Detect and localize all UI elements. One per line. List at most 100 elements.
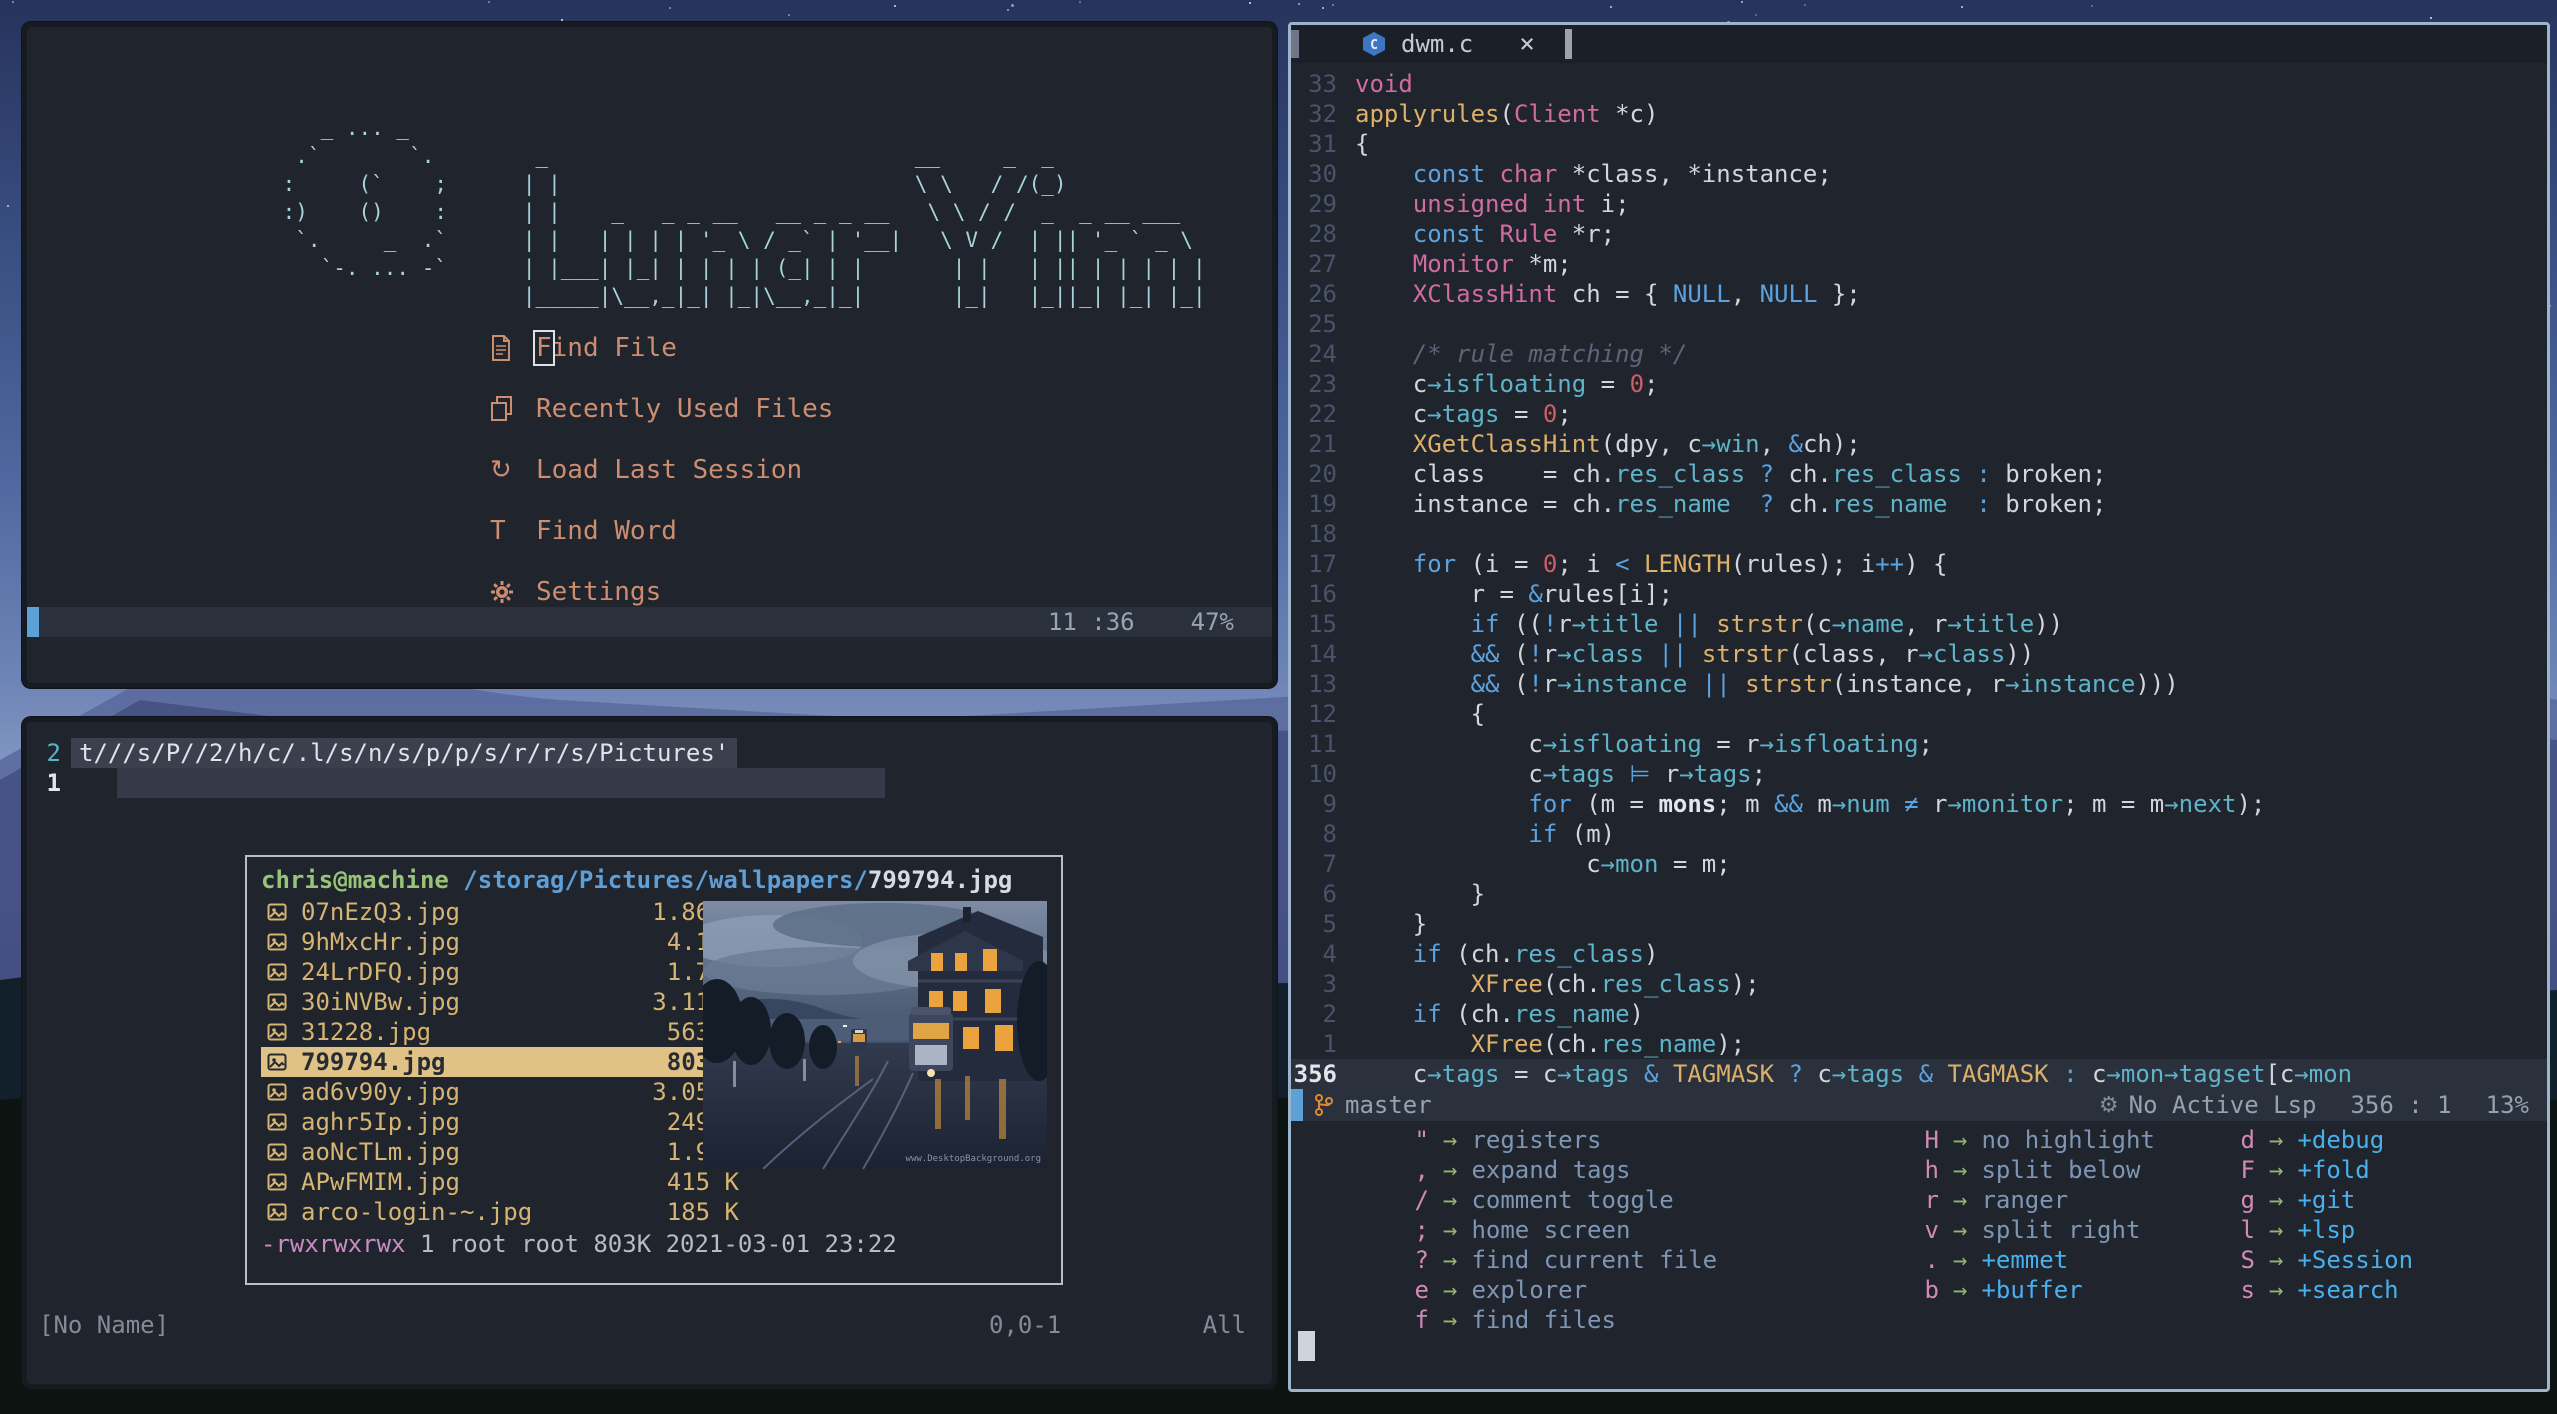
code-line[interactable]: 6 } — [1291, 879, 2547, 909]
dashboard-menu-item-recently-used-files[interactable]: Recently Used Files — [490, 378, 833, 439]
whichkey-binding-no-highlight[interactable]: H → no highlight — [1905, 1125, 2155, 1155]
whichkey-binding--buffer[interactable]: b → +buffer — [1905, 1275, 2155, 1305]
gear-icon — [490, 580, 536, 604]
code-line[interactable]: 3 XFree(ch.res_class); — [1291, 969, 2547, 999]
buffer-line-1[interactable]: 1 — [27, 768, 71, 798]
code-line[interactable]: 31 { — [1291, 129, 2547, 159]
whichkey-column: H → no highlight h → split below r → ranger v → spl… — [1905, 1125, 2155, 1305]
code-line[interactable]: 13 && (!r→instance || strstr(instance, r… — [1291, 669, 2547, 699]
code-line[interactable]: 4 if (ch.res_class) — [1291, 939, 2547, 969]
file-row[interactable]: 31228.jpg 563 K — [261, 1017, 747, 1047]
whichkey-binding-home-screen[interactable]: ; → home screen — [1395, 1215, 1717, 1245]
arrow-icon: → — [1953, 1156, 1968, 1184]
binding-description: explorer — [1471, 1276, 1588, 1304]
code-line[interactable]: 32 applyrules(Client *c) — [1291, 99, 2547, 129]
menu-item-label: Find File — [533, 329, 677, 366]
code-line[interactable]: 15 if ((!r→title || strstr(c→name, r→tit… — [1291, 609, 2547, 639]
image-file-icon — [267, 932, 301, 952]
image-file-icon — [267, 1082, 301, 1102]
binding-description: find files — [1471, 1306, 1616, 1334]
whichkey-binding-explorer[interactable]: e → explorer — [1395, 1275, 1717, 1305]
code-line[interactable]: 29 unsigned int i; — [1291, 189, 2547, 219]
code-line[interactable]: 20 class = ch.res_class ? ch.res_class :… — [1291, 459, 2547, 489]
whichkey-binding--session[interactable]: S → +Session — [2221, 1245, 2414, 1275]
whichkey-binding-find-current-file[interactable]: ? → find current file — [1395, 1245, 1718, 1275]
code-line[interactable]: 33 void — [1291, 69, 2547, 99]
command-text: t///s/P//2/h/c/.l/s/n/s/p/p/s/r/r/s/Pict… — [71, 738, 738, 768]
whichkey-binding-find-files[interactable]: f → find files — [1395, 1305, 1717, 1335]
code-area[interactable]: 33 void 32 applyrules(Client *c) 31{30 const… — [1291, 69, 2547, 1089]
code-line[interactable]: 22 c→tags = 0; — [1291, 399, 2547, 429]
code-line[interactable]: 30 const char *class, *instance; — [1291, 159, 2547, 189]
scroll-indicator: All — [1202, 1311, 1246, 1339]
code-line[interactable]: 27 Monitor *m; — [1291, 249, 2547, 279]
code-line[interactable]: 28 const Rule *r; — [1291, 219, 2547, 249]
whichkey-binding--fold[interactable]: F → +fold — [2221, 1155, 2413, 1185]
tab-close-icon[interactable]: × — [1519, 29, 1535, 59]
file-row[interactable]: arco-login-~.jpg 185 K — [261, 1197, 747, 1227]
code-line[interactable]: 8 if (m) — [1291, 819, 2547, 849]
code-line[interactable]: 11 c→isfloating = r→isfloating; — [1291, 729, 2547, 759]
code-text: XGetClassHint(dpy, c→win, &ch); — [1412, 430, 1861, 458]
file-row[interactable]: aghr5Ip.jpg 249 K — [261, 1107, 747, 1137]
file-row[interactable]: aoNcTLm.jpg 1.9 M — [261, 1137, 747, 1167]
binding-description: registers — [1471, 1126, 1602, 1154]
code-text: c→isfloating = 0; — [1355, 370, 1659, 398]
dashboard-menu-item-find-file[interactable]: Find File — [490, 317, 833, 378]
code-line[interactable]: 17 for (i = 0; i < LENGTH(rules); i++) { — [1291, 549, 2547, 579]
whichkey-binding--lsp[interactable]: l → +lsp — [2221, 1215, 2413, 1245]
line-number: 10 — [1308, 760, 1337, 788]
dashboard-menu-item-find-word[interactable]: T Find Word — [490, 500, 833, 561]
line-number: 13 — [1308, 670, 1337, 698]
file-row[interactable]: 30iNVBw.jpg 3.11 M — [261, 987, 747, 1017]
line-number: 33 — [1308, 70, 1337, 98]
buffer-line-2[interactable]: 2 t///s/P//2/h/c/.l/s/n/s/p/p/s/r/r/s/Pi… — [27, 738, 738, 768]
key-label: h — [1924, 1156, 1939, 1184]
code-line[interactable]: 2 if (ch.res_name) — [1291, 999, 2547, 1029]
code-line[interactable]: 14 && (!r→class || strstr(class, r→class… — [1291, 639, 2547, 669]
dashboard-menu-item-load-last-session[interactable]: ↻ Load Last Session — [490, 439, 833, 500]
code-line[interactable]: 21 XGetClassHint(dpy, c→win, &ch); — [1291, 429, 2547, 459]
code-line[interactable]: 12 { — [1291, 699, 2547, 729]
file-row[interactable]: 9hMxcHr.jpg 4.1 M — [261, 927, 747, 957]
whichkey-binding--debug[interactable]: d → +debug — [2221, 1125, 2413, 1155]
code-line[interactable]: 10 c→tags ⊨ r→tags; — [1291, 759, 2547, 789]
file-name: 30iNVBw.jpg — [301, 988, 460, 1016]
code-line[interactable]: 5 } — [1291, 909, 2547, 939]
current-file: 799794.jpg — [867, 866, 1013, 894]
whichkey-binding-registers[interactable]: " → registers — [1395, 1125, 1717, 1155]
binding-description: +Session — [2297, 1246, 2414, 1274]
code-line[interactable]: 1 XFree(ch.res_name); — [1291, 1029, 2547, 1059]
code-line[interactable]: 24 /* rule matching */ — [1291, 339, 2547, 369]
code-line-current[interactable]: 356 c→tags = c→tags & TAGMASK ? c→tags &… — [1291, 1059, 2547, 1089]
whichkey-binding-ranger[interactable]: r → ranger — [1905, 1185, 2155, 1215]
tab-title[interactable]: dwm.c — [1401, 30, 1473, 58]
whichkey-binding--emmet[interactable]: . → +emmet — [1905, 1245, 2155, 1275]
whichkey-binding--search[interactable]: s → +search — [2221, 1275, 2413, 1305]
whichkey-binding-expand-tags[interactable]: , → expand tags — [1395, 1155, 1717, 1185]
code-text: XClassHint ch = { NULL, NULL }; — [1412, 280, 1861, 308]
file-row[interactable]: APwFMIM.jpg 415 K — [261, 1167, 747, 1197]
file-name: 9hMxcHr.jpg — [301, 928, 460, 956]
file-row-selected[interactable]: 799794.jpg 803 K — [261, 1047, 747, 1077]
code-line[interactable]: 7 c→mon = m; — [1291, 849, 2547, 879]
code-line[interactable]: 26 XClassHint ch = { NULL, NULL }; — [1291, 279, 2547, 309]
code-line[interactable]: 16 r = &rules[i]; — [1291, 579, 2547, 609]
whichkey-binding-comment-toggle[interactable]: / → comment toggle — [1395, 1185, 1717, 1215]
file-row[interactable]: 07nEzQ3.jpg 1.86 M — [261, 897, 747, 927]
code-line[interactable]: 18 — [1291, 519, 2547, 549]
arrow-icon: → — [2269, 1246, 2284, 1274]
file-row[interactable]: ad6v90y.jpg 3.05 M — [261, 1077, 747, 1107]
file-row[interactable]: 24LrDFQ.jpg 1.7 M — [261, 957, 747, 987]
key-label: s — [2240, 1276, 2255, 1304]
code-text: const char *class, *instance; — [1412, 160, 1832, 188]
code-line[interactable]: 23 c→isfloating = 0; — [1291, 369, 2547, 399]
code-line[interactable]: 19 instance = ch.res_name ? ch.res_name … — [1291, 489, 2547, 519]
code-line[interactable]: 25 — [1291, 309, 2547, 339]
code-line[interactable]: 9 for (m = mons; m && m→num ≠ r→monitor;… — [1291, 789, 2547, 819]
whichkey-binding-split-right[interactable]: v → split right — [1905, 1215, 2155, 1245]
whichkey-binding-split-below[interactable]: h → split below — [1905, 1155, 2155, 1185]
binding-description: +lsp — [2297, 1216, 2356, 1244]
arrow-icon: → — [1953, 1216, 1968, 1244]
whichkey-binding--git[interactable]: g → +git — [2221, 1185, 2413, 1215]
